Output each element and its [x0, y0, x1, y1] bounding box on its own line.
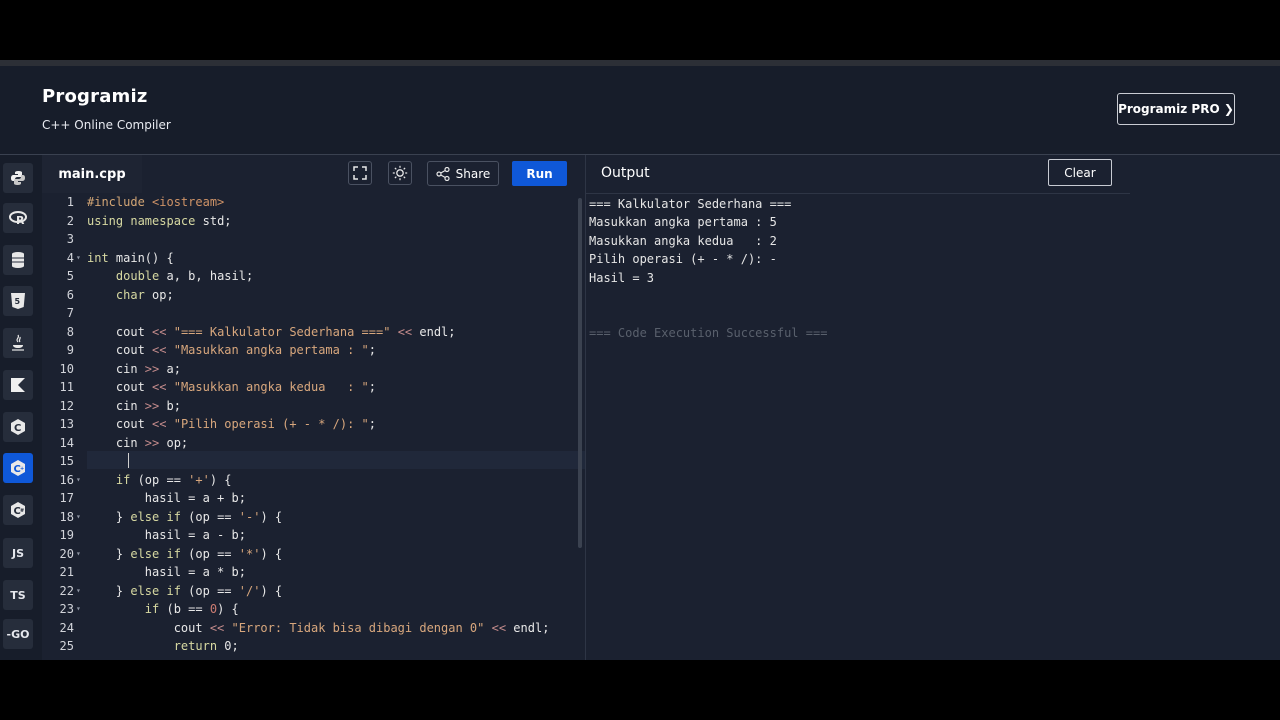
line-number: 15 — [59, 454, 74, 468]
line-number: 3 — [66, 232, 74, 246]
compiler-subtitle: C++ Online Compiler — [42, 118, 171, 132]
code-line[interactable]: } else if (op == '*') { — [87, 545, 282, 563]
java-icon[interactable] — [3, 328, 33, 358]
share-label: Share — [455, 166, 491, 181]
code-line[interactable]: hasil = a - b; — [87, 526, 246, 544]
code-line[interactable]: hasil = a + b; — [87, 489, 246, 507]
header: Programiz C++ Online Compiler Programiz … — [0, 66, 1280, 155]
code-line[interactable]: cout << "Error: Tidak bisa dibagi dengan… — [87, 619, 550, 637]
fold-arrow-icon[interactable]: ▾ — [76, 545, 84, 563]
code-line[interactable]: char op; — [87, 286, 174, 304]
clear-button[interactable]: Clear — [1048, 159, 1112, 186]
fold-arrow-icon[interactable]: ▾ — [76, 582, 84, 600]
line-number: 12 — [59, 398, 74, 413]
code-line[interactable]: } else if (op == '-') { — [87, 508, 282, 526]
execution-status: === Code Execution Successful === — [589, 325, 828, 340]
code-line[interactable]: if (b == 0) { — [87, 600, 239, 618]
fold-arrow-icon[interactable]: ▾ — [76, 508, 84, 526]
code-line[interactable]: cout << "Pilih operasi (+ - * /): "; — [87, 415, 376, 433]
language-sidebar: R 5 C C + C # JS TS -GO — [0, 155, 43, 660]
svg-text:R: R — [16, 214, 25, 226]
output-line: Pilih operasi (+ - * /): - — [589, 252, 777, 267]
line-number: 20 — [59, 546, 74, 561]
code-line[interactable]: cin >> a; — [87, 360, 181, 378]
run-button[interactable]: Run — [512, 161, 567, 186]
code-line[interactable]: cin >> op; — [87, 434, 188, 452]
code-line[interactable]: cout << "=== Kalkulator Sederhana ===" <… — [87, 323, 456, 341]
line-number: 21 — [59, 565, 74, 579]
code-line[interactable]: double a, b, hasil; — [87, 267, 253, 285]
output-panel: Output Clear === Kalkulator Sederhana ==… — [585, 155, 1131, 660]
line-number: 25 — [59, 639, 74, 653]
code-line[interactable]: cout << "Masukkan angka pertama : "; — [87, 341, 376, 359]
fold-arrow-icon[interactable]: ▾ — [76, 600, 84, 618]
fold-arrow-icon[interactable]: ▾ — [76, 249, 84, 267]
output-line: Masukkan angka kedua : 2 — [589, 233, 777, 248]
line-number: 23 — [59, 602, 74, 616]
line-number: 8 — [66, 324, 74, 339]
output-line: Masukkan angka pertama : 5 — [589, 215, 777, 230]
programiz-logo[interactable]: Programiz — [42, 86, 148, 107]
sql-icon[interactable] — [3, 245, 33, 275]
svg-text:C: C — [14, 423, 21, 434]
output-line: Hasil = 3 — [589, 270, 655, 285]
code-line[interactable]: using namespace std; — [87, 212, 232, 230]
code-line[interactable]: return 0; — [87, 637, 239, 655]
line-number: 6 — [66, 287, 74, 302]
code-editor[interactable]: 1 2 3 4 ▾ 5 6 7 8 9 10 11 12 13 14 15 16 ▾ 17 18 ▾ 19 20 ▾ 21 22 ▾… — [42, 193, 585, 660]
output-header: Output Clear — [586, 155, 1131, 194]
line-number: 16 — [59, 472, 74, 487]
line-number: 10 — [59, 361, 74, 376]
line-number: 18 — [59, 509, 74, 524]
line-number: 19 — [59, 528, 74, 542]
programiz-pro-button[interactable]: Programiz PRO ❯ — [1117, 93, 1235, 125]
kotlin-icon[interactable] — [3, 370, 33, 400]
svg-text:5: 5 — [15, 297, 21, 306]
line-number: 11 — [59, 380, 74, 394]
share-icon — [436, 166, 450, 181]
line-number: 4 — [66, 250, 74, 265]
editor-scrollbar[interactable] — [578, 198, 582, 548]
csharp-icon[interactable]: C # — [3, 495, 33, 525]
line-number: 2 — [66, 213, 74, 228]
fullscreen-icon[interactable] — [348, 161, 372, 185]
fold-arrow-icon[interactable]: ▾ — [76, 471, 84, 489]
file-tab-main-cpp[interactable]: main.cpp — [42, 155, 142, 193]
code-line[interactable]: int main() { — [87, 249, 174, 267]
code-line[interactable]: } else if (op == '/') { — [87, 582, 282, 600]
code-content[interactable]: #include <iostream> using namespace std; i… — [87, 193, 577, 660]
line-number: 24 — [59, 620, 74, 635]
typescript-icon[interactable]: TS — [3, 580, 33, 610]
line-number: 9 — [66, 343, 74, 357]
code-line[interactable]: if (op == '+') { — [87, 471, 232, 489]
cpp-icon[interactable]: C + — [3, 453, 33, 483]
html-icon[interactable]: 5 — [3, 286, 33, 316]
svg-text:+: + — [20, 466, 24, 472]
javascript-icon[interactable]: JS — [3, 538, 33, 568]
line-number: 17 — [59, 491, 74, 505]
code-line[interactable]: cout << "Masukkan angka kedua : "; — [87, 378, 376, 396]
code-line[interactable]: cin >> b; — [87, 397, 181, 415]
right-empty-area — [1130, 155, 1280, 660]
c-icon[interactable]: C — [3, 412, 33, 442]
output-line: === Kalkulator Sederhana === — [589, 197, 792, 211]
editor-toolbar: main.cpp Share Run — [42, 155, 585, 193]
code-line[interactable]: hasil = a * b; — [87, 563, 246, 581]
line-number-gutter: 1 2 3 4 ▾ 5 6 7 8 9 10 11 12 13 14 15 16 ▾ 17 18 ▾ 19 20 ▾ 21 22 ▾… — [42, 193, 81, 660]
go-icon[interactable]: -GO — [3, 619, 33, 649]
share-button[interactable]: Share — [427, 161, 499, 186]
line-number: 1 — [66, 195, 74, 209]
code-line[interactable]: #include <iostream> — [87, 193, 224, 211]
output-title: Output — [601, 165, 650, 181]
line-number: 14 — [59, 435, 74, 450]
r-icon[interactable]: R — [3, 203, 33, 233]
line-number: 13 — [59, 417, 74, 431]
line-number: 5 — [66, 269, 74, 283]
python-icon[interactable] — [3, 163, 33, 193]
theme-toggle-icon[interactable] — [388, 161, 412, 185]
svg-text:#: # — [20, 508, 24, 514]
line-number: 7 — [66, 306, 74, 320]
line-number: 22 — [59, 583, 74, 598]
